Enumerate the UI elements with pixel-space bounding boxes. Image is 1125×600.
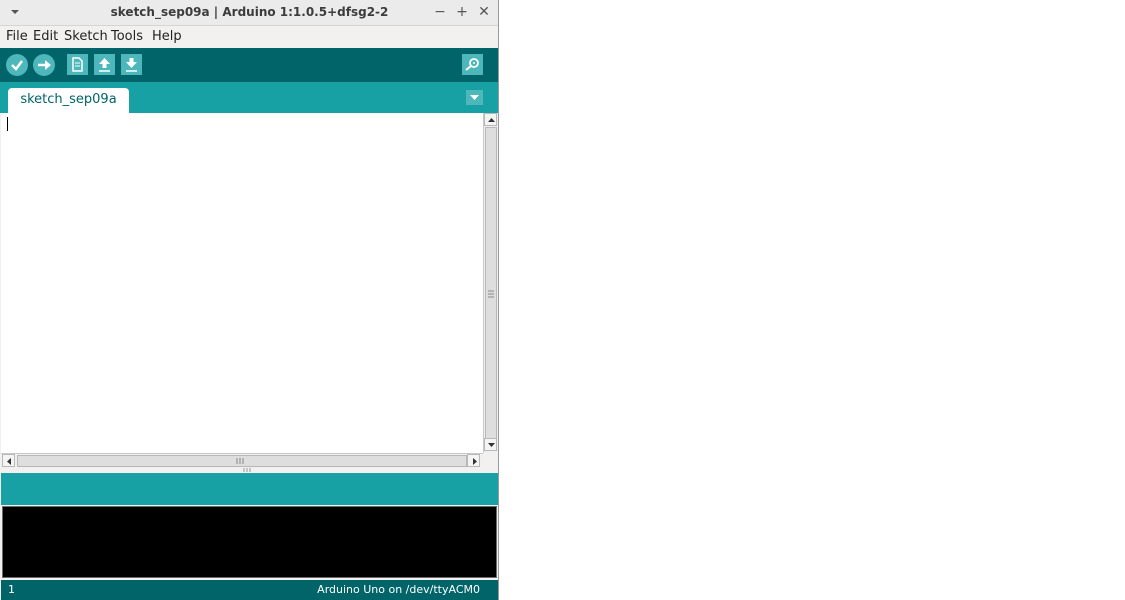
arrow-right-icon [38, 60, 51, 70]
message-bar [1, 473, 498, 505]
menu-file[interactable]: File [6, 29, 28, 44]
window-title: sketch_sep09a | Arduino 1:1.0.5+dfsg2-2 [110, 5, 389, 19]
toolbar [0, 48, 498, 82]
new-file-icon [72, 57, 83, 72]
verify-button[interactable] [6, 54, 28, 76]
save-button[interactable] [121, 54, 142, 75]
magnifier-icon [465, 58, 479, 71]
tab-bar: sketch_sep09a [0, 82, 498, 113]
tab-sketch[interactable]: sketch_sep09a [8, 88, 129, 113]
arrow-up-small-icon [488, 118, 495, 122]
menu-sketch[interactable]: Sketch [64, 29, 108, 44]
arrow-left-small-icon [7, 458, 11, 465]
arrow-down-icon [126, 58, 137, 72]
arrow-down-small-icon [488, 443, 495, 447]
horizontal-scrollbar[interactable] [1, 453, 483, 468]
vertical-scroll-thumb[interactable] [485, 127, 497, 439]
arduino-window: sketch_sep09a | Arduino 1:1.0.5+dfsg2-2 … [0, 0, 499, 600]
code-editor[interactable] [1, 113, 483, 453]
scroll-right-button[interactable] [467, 454, 480, 467]
text-caret [7, 117, 8, 131]
menu-help[interactable]: Help [152, 29, 182, 44]
menu-edit[interactable]: Edit [33, 29, 58, 44]
tab-menu-button[interactable] [466, 90, 483, 105]
triangle-down-icon [470, 95, 479, 100]
new-button[interactable] [67, 54, 88, 75]
line-number: 1 [8, 583, 15, 596]
arrow-up-icon [99, 58, 110, 72]
grip-icon [488, 290, 494, 298]
scroll-down-button[interactable] [484, 438, 497, 451]
console-output[interactable] [2, 506, 497, 578]
scroll-left-button[interactable] [2, 454, 15, 467]
open-button[interactable] [94, 54, 115, 75]
menu-bar: File Edit Sketch Tools Help [0, 26, 498, 48]
grip-icon [236, 458, 244, 464]
upload-button[interactable] [33, 54, 55, 76]
close-button[interactable]: ✕ [475, 3, 493, 21]
checkmark-icon [11, 60, 23, 71]
status-bar: 1 Arduino Uno on /dev/ttyACM0 [1, 580, 498, 600]
title-bar: sketch_sep09a | Arduino 1:1.0.5+dfsg2-2 … [0, 0, 498, 26]
board-port-label: Arduino Uno on /dev/ttyACM0 [317, 583, 480, 596]
serial-monitor-button[interactable] [462, 54, 483, 75]
maximize-button[interactable]: + [453, 3, 471, 21]
arrow-right-small-icon [473, 458, 477, 465]
vertical-scrollbar[interactable] [483, 113, 498, 453]
scroll-up-button[interactable] [484, 113, 497, 126]
horizontal-scroll-thumb[interactable] [17, 455, 467, 467]
minimize-button[interactable]: − [431, 3, 449, 21]
menu-tools[interactable]: Tools [111, 29, 143, 44]
